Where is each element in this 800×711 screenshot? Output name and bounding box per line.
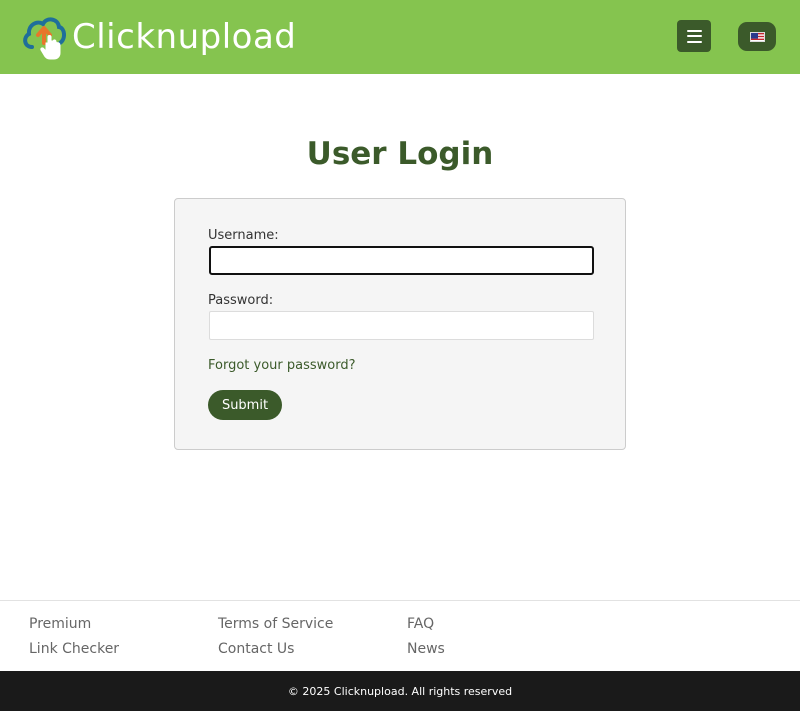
footer-link-link-checker[interactable]: Link Checker (29, 641, 119, 657)
site-logo[interactable]: Clicknupload (22, 12, 312, 62)
submit-button[interactable]: Submit (208, 390, 282, 420)
footer-link-terms[interactable]: Terms of Service (218, 616, 333, 632)
footer-link-faq[interactable]: FAQ (407, 616, 434, 632)
copyright-brand-link[interactable]: Clicknupload (334, 685, 405, 698)
cloud-upload-icon (23, 17, 66, 60)
us-flag-icon (749, 31, 765, 42)
brand-name: Clicknupload (72, 17, 297, 57)
copyright-bar: © 2025 Clicknupload . All rights reserve… (0, 671, 800, 711)
site-header: Clicknupload (0, 0, 800, 74)
footer-link-contact[interactable]: Contact Us (218, 641, 294, 657)
language-selector-button[interactable] (738, 22, 776, 51)
footer-link-news[interactable]: News (407, 641, 445, 657)
copyright-prefix: © 2025 (287, 684, 334, 698)
page-title: User Login (306, 136, 494, 172)
login-form: Username: Password: Forgot your password… (174, 198, 626, 450)
password-label: Password: (208, 293, 274, 308)
username-label: Username: (208, 228, 279, 243)
footer-link-premium[interactable]: Premium (29, 616, 91, 632)
forgot-password-link[interactable]: Forgot your password? (208, 358, 356, 373)
username-input[interactable] (209, 246, 594, 275)
copyright-suffix: . All rights reserved (404, 684, 513, 698)
password-input[interactable] (209, 311, 594, 340)
hamburger-menu-icon (686, 29, 702, 43)
footer-links: Premium Link Checker Terms of Service Co… (0, 600, 800, 671)
menu-button[interactable] (677, 20, 711, 52)
